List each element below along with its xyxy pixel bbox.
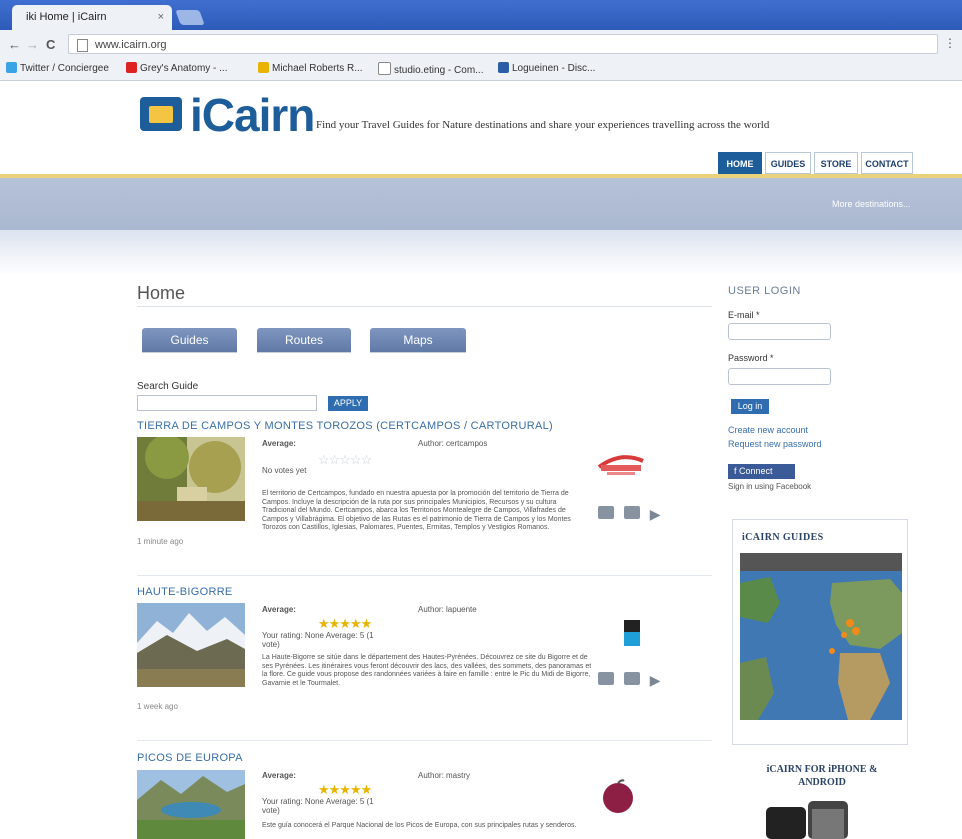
guide-separator — [137, 575, 712, 576]
search-label: Search Guide — [137, 381, 199, 392]
site-icon — [498, 62, 509, 73]
page-icon — [378, 62, 391, 75]
password-field[interactable] — [728, 368, 831, 385]
tab-title: iki Home | iCairn — [26, 11, 107, 23]
rating-note: No votes yet — [262, 466, 307, 475]
rating-label: Average: — [262, 439, 296, 448]
nav-store[interactable]: STORE — [814, 152, 858, 174]
view-icon[interactable] — [598, 672, 614, 685]
guide-description: Este guía conocerá el Parque Nacional de… — [262, 822, 577, 829]
publisher-logo — [624, 620, 640, 646]
twitter-icon — [6, 62, 17, 73]
create-account-link[interactable]: Create new account — [728, 425, 808, 435]
mobile-apps-heading: iCAIRN FOR iPHONE & ANDROID — [766, 764, 878, 788]
email-label: E-mail * — [728, 310, 760, 320]
site-logo[interactable]: iCairn — [190, 88, 315, 142]
guide-thumbnail[interactable] — [137, 770, 245, 839]
bookmark-item[interactable]: Twitter / Conciergee — [6, 62, 109, 74]
download-icon[interactable] — [623, 672, 640, 685]
guide-date: 1 minute ago — [137, 537, 184, 546]
guide-description: El territorio de Certcampos, fundado en … — [262, 490, 571, 531]
login-heading: USER LOGIN — [728, 285, 801, 297]
guide-title[interactable]: PICOS DE EUROPA — [137, 752, 243, 764]
header-band — [0, 178, 962, 230]
new-tab-button[interactable] — [175, 10, 205, 25]
tab-routes[interactable]: Routes — [257, 328, 351, 352]
back-icon[interactable]: ← — [8, 37, 21, 52]
reload-icon[interactable]: C — [46, 37, 55, 52]
publisher-logo — [597, 455, 644, 475]
guide-thumbnail[interactable] — [137, 603, 245, 687]
star-rating[interactable]: ★★★★★ — [318, 616, 372, 632]
rating-note: Your rating: None Average: 5 (1 vote) — [262, 631, 374, 649]
rating-note: Your rating: None Average: 5 (1 vote) — [262, 797, 374, 815]
tab-guides[interactable]: Guides — [142, 328, 237, 352]
bookmark-item[interactable]: Logueinen - Disc... — [498, 62, 595, 74]
request-password-link[interactable]: Request new password — [728, 439, 822, 449]
star-rating[interactable]: ☆☆☆☆☆ — [318, 452, 372, 468]
band-link[interactable]: More destinations... — [832, 199, 911, 209]
rating-label: Average: — [262, 771, 296, 780]
bookmark-item[interactable]: Grey's Anatomy - ... — [126, 62, 228, 74]
password-label: Password * — [728, 353, 774, 363]
login-button[interactable]: Log in — [731, 399, 769, 414]
guide-author[interactable]: Author: mastry — [418, 771, 470, 780]
bookmark-icon — [258, 62, 269, 73]
download-icon[interactable] — [623, 506, 640, 519]
email-field[interactable] — [728, 323, 831, 340]
url-field[interactable]: www.icairn.org — [68, 34, 938, 54]
nav-guides[interactable]: GUIDES — [765, 152, 811, 174]
guide-actions: ▶ — [598, 506, 667, 523]
guide-date: 1 week ago — [137, 702, 178, 711]
tab-close-icon[interactable]: × — [158, 5, 164, 30]
bookmark-item[interactable]: Michael Roberts R... — [258, 62, 363, 74]
guide-author[interactable]: Author: certcampos — [418, 439, 487, 448]
guide-title[interactable]: HAUTE-BIGORRE — [137, 586, 233, 598]
header-fade — [0, 230, 962, 276]
page-title: Home — [137, 283, 186, 303]
guides-map-heading: iCAIRN GUIDES — [742, 532, 824, 543]
guide-thumbnail[interactable] — [137, 437, 245, 521]
star-rating[interactable]: ★★★★★ — [318, 782, 372, 798]
browser-tab-bar: iki Home | iCairn × — [0, 0, 962, 30]
view-icon[interactable] — [598, 506, 614, 519]
video-icon — [126, 62, 137, 73]
page-icon — [77, 39, 88, 52]
menu-icon[interactable]: ⋮ — [944, 36, 956, 50]
nav-contact[interactable]: CONTACT — [861, 152, 913, 174]
site-tagline: Find your Travel Guides for Nature desti… — [316, 119, 770, 131]
guide-author[interactable]: Author: lapuente — [418, 605, 477, 614]
title-divider — [137, 306, 712, 307]
phone-image — [766, 801, 848, 839]
publisher-logo — [603, 779, 633, 813]
nav-home[interactable]: HOME — [718, 152, 762, 174]
facebook-note: Sign in using Facebook — [728, 482, 812, 491]
address-bar-row: ← → C www.icairn.org ⋮ — [0, 30, 962, 58]
guide-title[interactable]: TIERRA DE CAMPOS Y MONTES TOROZOS (CERTC… — [137, 420, 553, 432]
guide-description: La Haute-Bigorre se sitúe dans le départ… — [262, 654, 592, 687]
browser-tab[interactable]: iki Home | iCairn × — [12, 5, 172, 30]
guides-world-map[interactable] — [740, 553, 902, 720]
play-icon[interactable]: ▶ — [650, 672, 661, 689]
bookmarks-bar: Twitter / Conciergee Grey's Anatomy - ..… — [0, 58, 962, 81]
rating-label: Average: — [262, 605, 296, 614]
search-input[interactable] — [137, 395, 317, 411]
guide-actions: ▶ — [598, 672, 667, 689]
facebook-connect-button[interactable]: f Connect — [728, 464, 795, 479]
forward-icon[interactable]: → — [26, 37, 39, 52]
logo-icon[interactable] — [140, 97, 182, 131]
bookmark-item[interactable]: studio.eting - Com... — [378, 62, 483, 76]
apply-button[interactable]: APPLY — [328, 396, 368, 411]
url-text: www.icairn.org — [95, 39, 167, 51]
play-icon[interactable]: ▶ — [650, 506, 661, 523]
tab-maps[interactable]: Maps — [370, 328, 466, 352]
guide-separator — [137, 740, 712, 741]
